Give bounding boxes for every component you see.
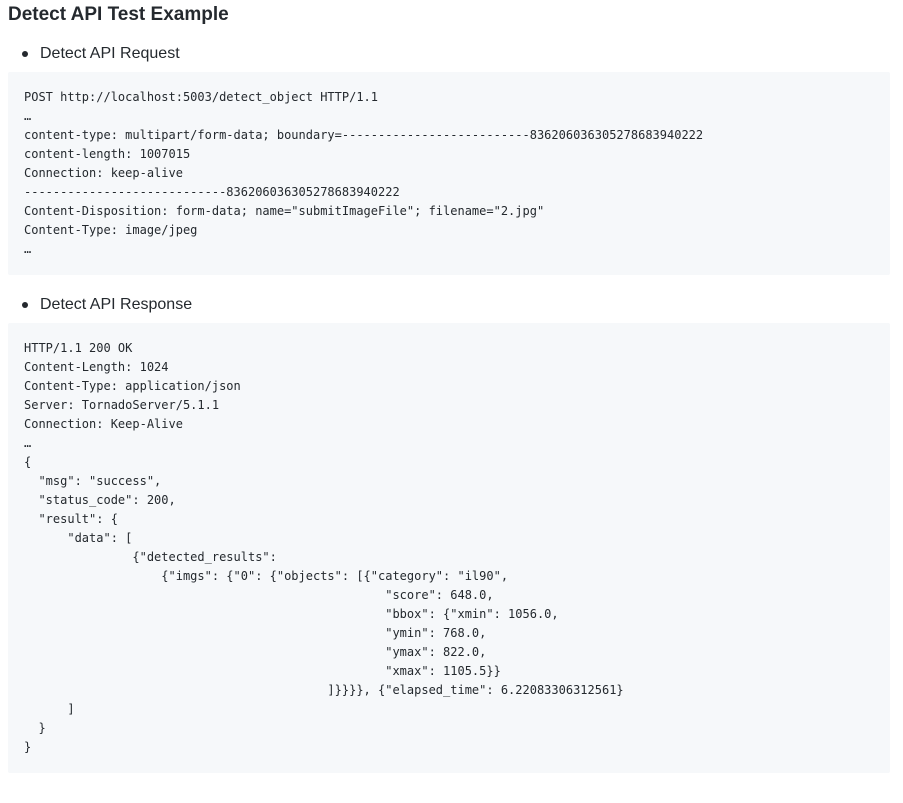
request-bullet-label: Detect API Request	[40, 45, 180, 62]
request-code-block: POST http://localhost:5003/detect_object…	[8, 72, 890, 275]
document: Detect API Test Example Detect API Reque…	[0, 0, 903, 773]
response-bullet-item: Detect API Response	[8, 295, 890, 315]
response-bullet-label: Detect API Response	[40, 296, 193, 313]
bullet-dot-icon	[22, 51, 28, 57]
response-list: Detect API Response	[8, 295, 890, 315]
response-code-block: HTTP/1.1 200 OK Content-Length: 1024 Con…	[8, 323, 890, 773]
request-list: Detect API Request	[8, 44, 890, 64]
request-bullet-item: Detect API Request	[8, 44, 890, 64]
page-title: Detect API Test Example	[8, 4, 229, 25]
bullet-dot-icon	[22, 302, 28, 308]
